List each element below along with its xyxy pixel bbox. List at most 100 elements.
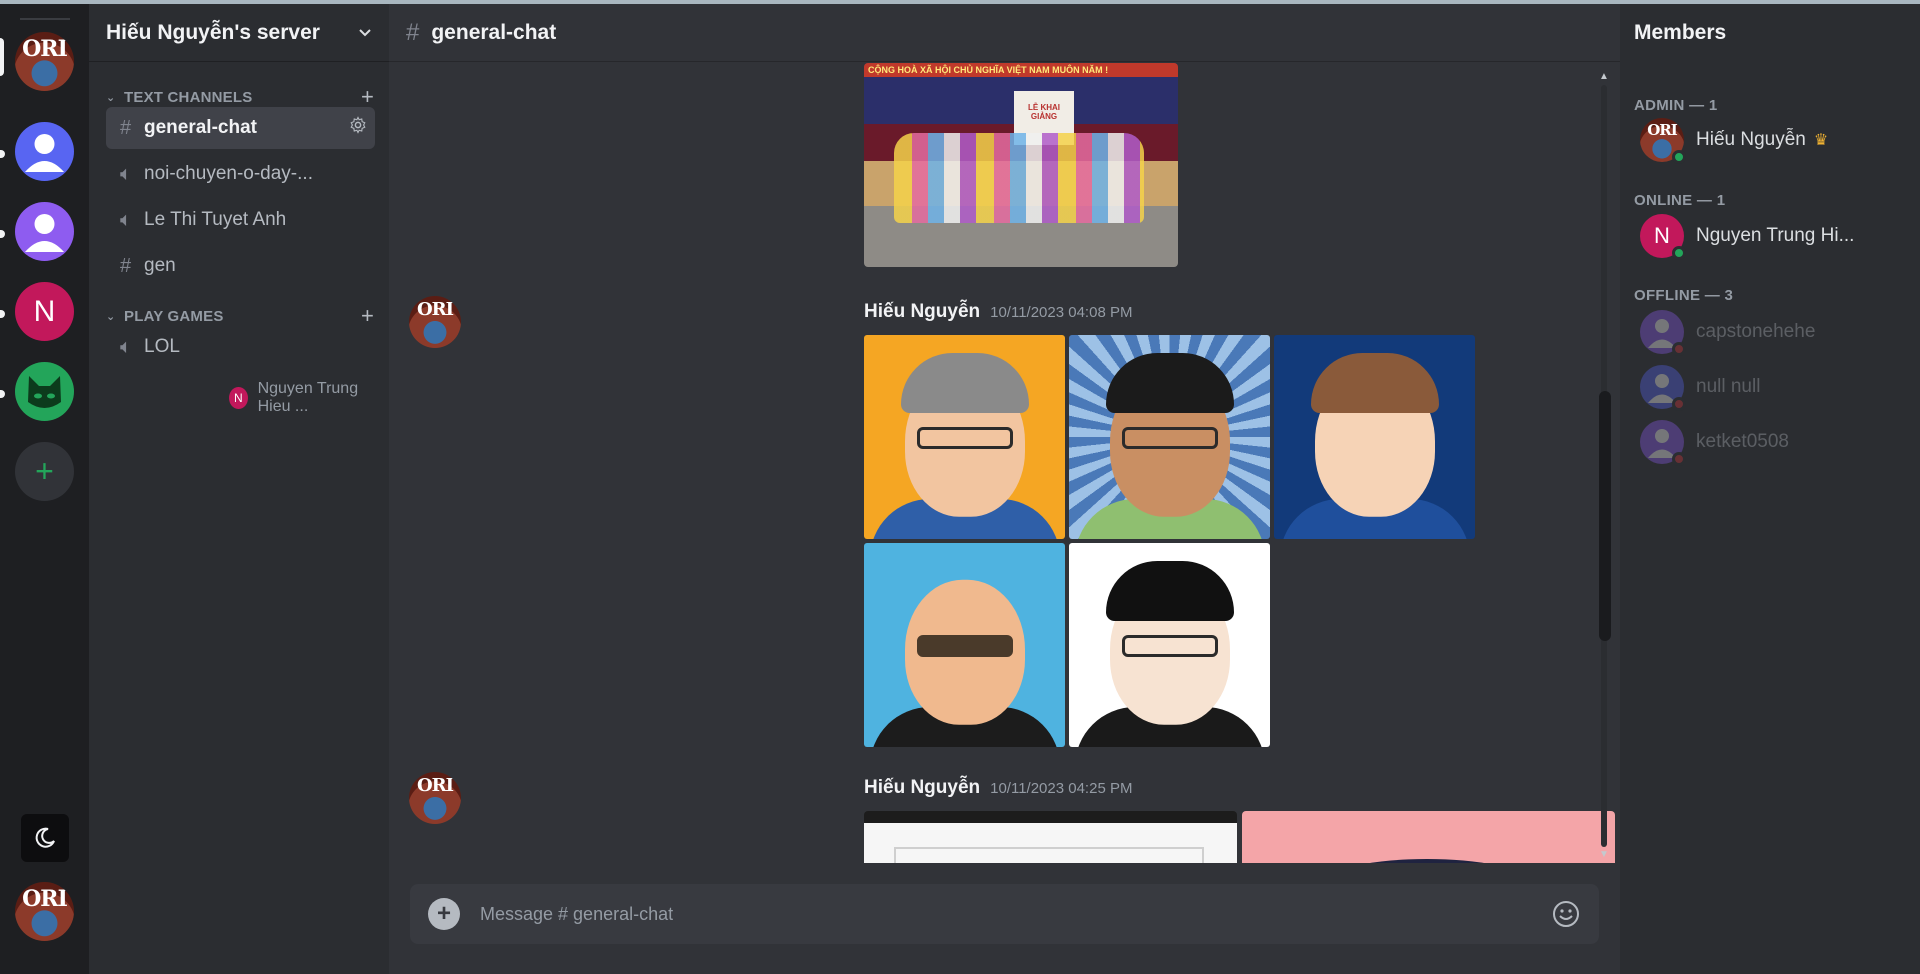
- server-icon-user-1[interactable]: [15, 122, 74, 181]
- category-label: PLAY GAMES: [124, 307, 224, 325]
- image-attachment-avatar-3[interactable]: [1274, 335, 1475, 539]
- photo-banner-text: CỘNG HOÀ XÃ HỘI CHỦ NGHĨA VIỆT NAM MUÔN …: [864, 63, 1178, 77]
- member-name: Nguyen Trung Hi...: [1696, 225, 1855, 246]
- channel-label: general-chat: [144, 117, 257, 138]
- server-icon-home[interactable]: ORI: [15, 32, 74, 91]
- category-label: TEXT CHANNELS: [124, 88, 253, 106]
- unread-indicator: [0, 390, 5, 398]
- member-item[interactable]: capstonehehe: [1640, 310, 1816, 356]
- chat-header: # general-chat: [389, 4, 1620, 62]
- member-item[interactable]: ORI Hiếu Nguyễn ♛: [1640, 118, 1829, 164]
- cat-icon: [28, 376, 61, 408]
- hash-icon: #: [120, 116, 132, 139]
- member-item[interactable]: N Nguyen Trung Hi...: [1640, 214, 1855, 260]
- online-status-indicator: [1672, 150, 1686, 164]
- unread-indicator: [0, 230, 5, 238]
- member-item[interactable]: null null: [1640, 365, 1761, 411]
- member-group-offline: OFFLINE — 3: [1634, 287, 1734, 304]
- online-status-indicator: [1672, 246, 1686, 260]
- member-name: ketket0508: [1696, 431, 1789, 452]
- moon-icon: [35, 827, 55, 848]
- channel-le-thi-tuyet-anh[interactable]: 🔈︎ Le Thi Tuyet Anh: [106, 199, 375, 241]
- message-author[interactable]: Hiếu Nguyễn: [864, 301, 980, 323]
- avatar[interactable]: ORI: [409, 296, 461, 348]
- member-group-admin: ADMIN — 1: [1634, 97, 1718, 114]
- avatar: [1640, 420, 1686, 466]
- image-attachment-partial-2[interactable]: [1242, 811, 1615, 863]
- member-item[interactable]: ketket0508: [1640, 420, 1789, 466]
- server-icon-user-2[interactable]: [15, 202, 74, 261]
- avatar: [1640, 310, 1686, 356]
- add-server-button[interactable]: +: [15, 442, 74, 501]
- speaker-icon: 🔈︎: [120, 162, 132, 185]
- photo-group-people: [894, 133, 1144, 223]
- message-author[interactable]: Hiếu Nguyễn: [864, 777, 980, 799]
- chevron-down-icon[interactable]: [357, 25, 373, 41]
- member-name: null null: [1696, 376, 1761, 397]
- attach-plus-button[interactable]: +: [428, 898, 460, 930]
- channel-general-chat[interactable]: # general-chat: [106, 107, 375, 149]
- avatar[interactable]: ORI: [409, 772, 461, 824]
- app: ORI N + ORI Hiếu Nguyễn's server ⌄ TEXT …: [0, 4, 1920, 974]
- avatar: N: [229, 387, 248, 409]
- avatar: [1640, 365, 1686, 411]
- offline-status-indicator: [1672, 342, 1686, 356]
- chevron-down-icon: ⌄: [106, 310, 116, 323]
- channel-label: Le Thi Tuyet Anh: [144, 209, 287, 230]
- channel-noi-chuyen[interactable]: 🔈︎ noi-chuyen-o-day-...: [106, 153, 375, 195]
- image-attachment-photo[interactable]: CỘNG HOÀ XÃ HỘI CHỦ NGHĨA VIỆT NAM MUÔN …: [864, 63, 1178, 267]
- emoji-icon[interactable]: [1551, 899, 1581, 929]
- message-header: Hiếu Nguyễn 10/11/2023 04:25 PM: [864, 777, 1132, 799]
- speaker-icon: 🔈︎: [120, 335, 132, 358]
- gear-icon[interactable]: [349, 116, 375, 140]
- channel-label: gen: [144, 255, 176, 276]
- message-composer: +: [410, 884, 1599, 944]
- offline-status-indicator: [1672, 397, 1686, 411]
- member-group-online: ONLINE — 1: [1634, 192, 1726, 209]
- unread-indicator: [0, 310, 5, 318]
- crown-icon: ♛: [1813, 132, 1829, 149]
- channel-sidebar: Hiếu Nguyễn's server ⌄ TEXT CHANNELS + #…: [89, 4, 389, 974]
- message-header: Hiếu Nguyễn 10/11/2023 04:08 PM: [864, 301, 1132, 323]
- chevron-down-icon: ⌄: [106, 91, 116, 104]
- channel-lol[interactable]: 🔈︎ LOL: [106, 326, 375, 368]
- speaker-icon: 🔈︎: [120, 208, 132, 231]
- scrollbar-thumb[interactable]: [1599, 391, 1611, 641]
- image-attachment-avatar-5[interactable]: [1069, 543, 1270, 747]
- avatar: ORI: [1640, 118, 1686, 164]
- member-name: Hiếu Nguyễn: [1696, 129, 1806, 150]
- server-name: Hiếu Nguyễn's server: [106, 20, 320, 44]
- message-timestamp: 10/11/2023 04:08 PM: [990, 304, 1133, 321]
- scroll-up-arrow[interactable]: ▲: [1599, 71, 1609, 82]
- image-attachment-avatar-1[interactable]: [864, 335, 1065, 539]
- channel-label: LOL: [144, 336, 180, 357]
- channel-gen[interactable]: # gen: [106, 245, 375, 287]
- message-scrollbar[interactable]: ▲ ▼: [1597, 71, 1611, 861]
- message-timestamp: 10/11/2023 04:25 PM: [990, 780, 1133, 797]
- voice-connected-user[interactable]: N Nguyen Trung Hieu ...: [229, 380, 389, 416]
- message-input[interactable]: [480, 903, 1551, 925]
- theme-toggle-button[interactable]: [21, 814, 69, 862]
- offline-status-indicator: [1672, 452, 1686, 466]
- image-attachment-partial-1[interactable]: [864, 811, 1237, 863]
- user-profile-avatar[interactable]: ORI: [15, 882, 74, 941]
- server-icon-cat[interactable]: [15, 362, 74, 421]
- active-server-indicator: [0, 38, 4, 76]
- chat-area: # general-chat CỘNG HOÀ XÃ HỘI CHỦ NGHĨA…: [389, 4, 1620, 974]
- message-list[interactable]: CỘNG HOÀ XÃ HỘI CHỦ NGHĨA VIỆT NAM MUÔN …: [389, 63, 1620, 863]
- user-icon: [25, 214, 64, 252]
- server-icon-n[interactable]: N: [15, 282, 74, 341]
- member-name: capstonehehe: [1696, 321, 1816, 342]
- image-attachment-avatar-4[interactable]: [864, 543, 1065, 747]
- hash-icon: #: [120, 254, 132, 277]
- unread-indicator: [0, 150, 5, 158]
- channel-title: general-chat: [431, 20, 557, 44]
- scroll-down-arrow[interactable]: ▼: [1599, 849, 1609, 860]
- user-icon: [25, 134, 64, 172]
- avatar: N: [1640, 214, 1686, 260]
- voice-user-name: Nguyen Trung Hieu ...: [257, 380, 359, 415]
- image-attachment-avatar-2[interactable]: [1069, 335, 1270, 539]
- channel-label: noi-chuyen-o-day-...: [144, 163, 313, 184]
- server-header[interactable]: Hiếu Nguyễn's server: [89, 4, 389, 62]
- rail-divider: [20, 18, 70, 20]
